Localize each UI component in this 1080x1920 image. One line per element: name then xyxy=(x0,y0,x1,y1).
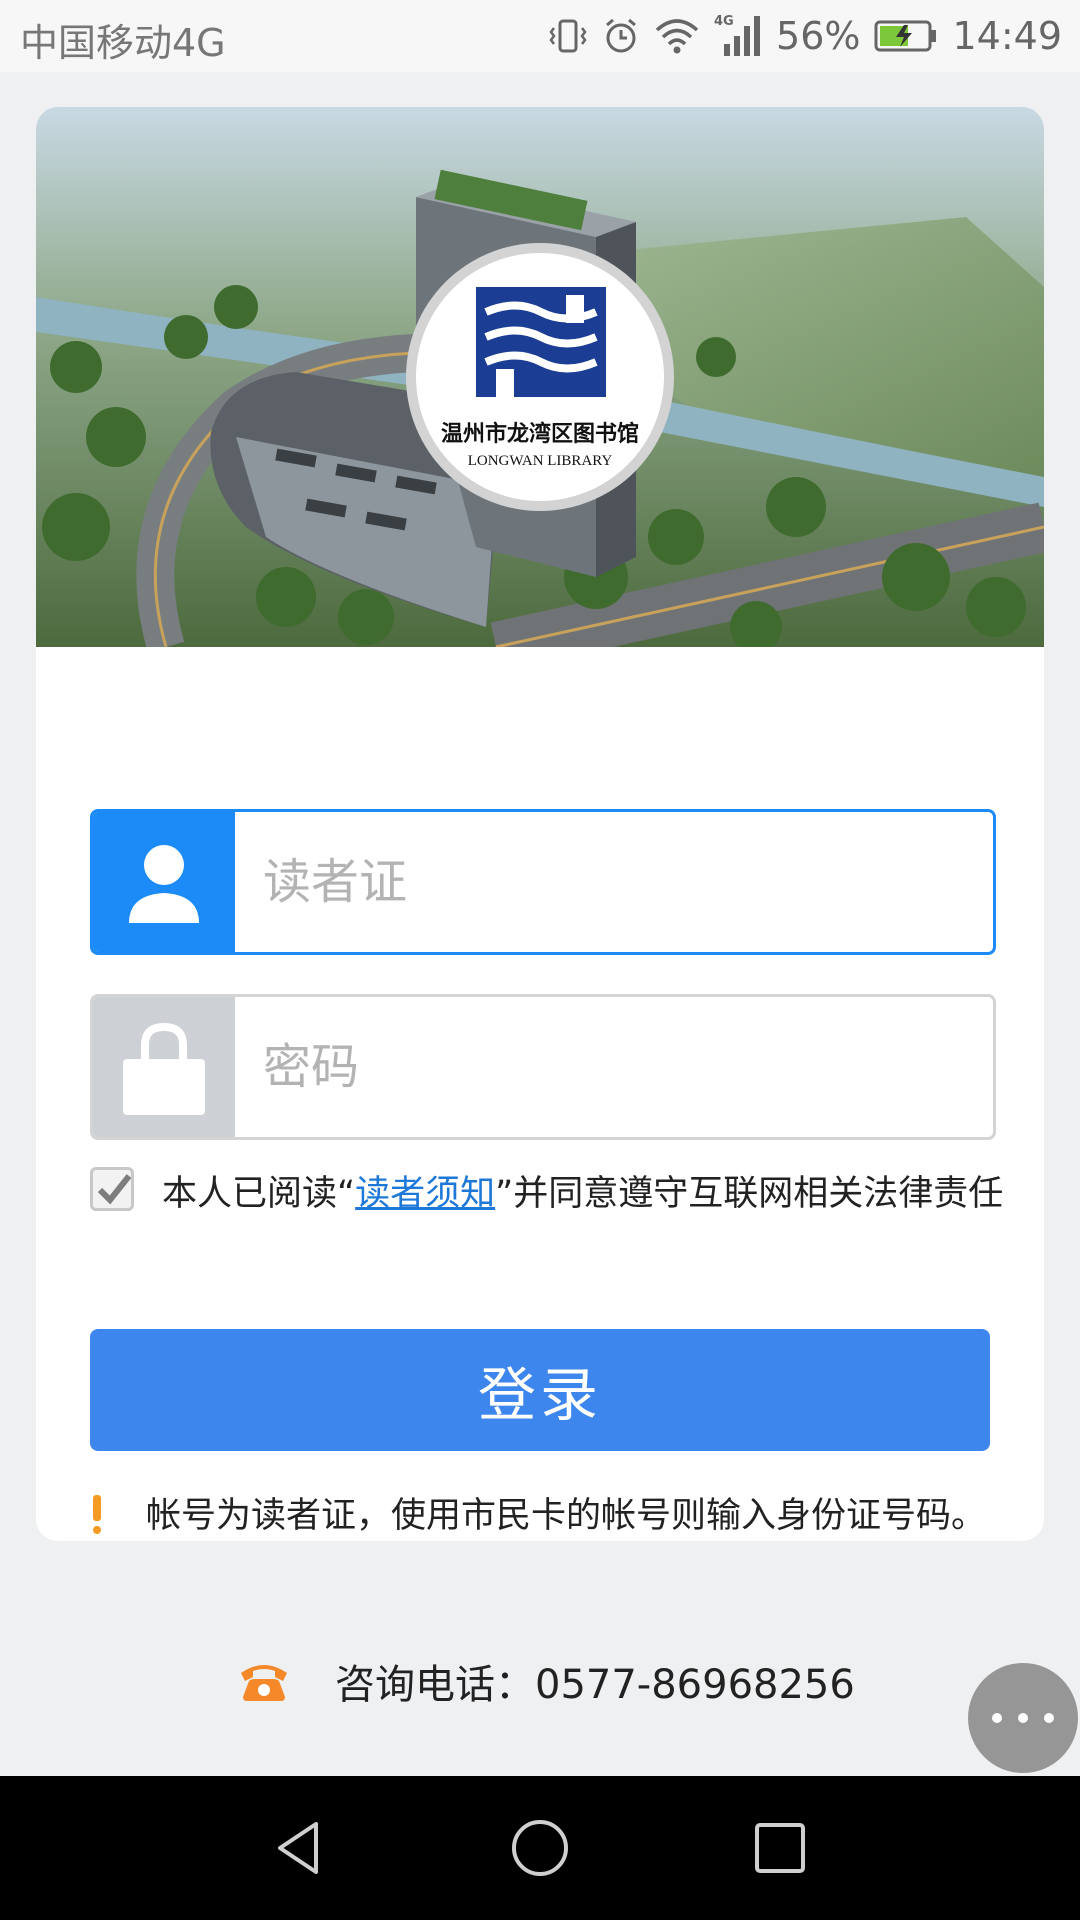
checkmark-icon xyxy=(97,1174,132,1205)
login-card: 温州市龙湾区图书馆 LONGWAN LIBRARY 读者证 本人已阅读“读者须知… xyxy=(36,107,1044,1541)
library-name-cn: 温州市龙湾区图书馆 xyxy=(441,421,639,447)
telephone-icon[interactable] xyxy=(237,1659,291,1703)
status-bar: 中国移动4G 4G 56% 14:49 xyxy=(0,0,1080,72)
home-icon[interactable] xyxy=(510,1818,570,1878)
network-type-label: 4G xyxy=(714,14,734,29)
navigation-bar xyxy=(0,1776,1080,1920)
signal-icon: 4G xyxy=(714,14,761,56)
reader-card-input[interactable] xyxy=(235,812,993,952)
more-options-button[interactable] xyxy=(968,1663,1078,1773)
wifi-icon xyxy=(655,19,699,54)
account-notice: 帐号为读者证，使用市民卡的帐号则输入身份证号码。如没有读者证请移步到图书馆二楼服… xyxy=(90,1489,990,1541)
agreement-row: 本人已阅读“读者须知”并同意遵守互联网相关法律责任 xyxy=(90,1167,1020,1221)
vibrate-icon xyxy=(549,19,587,53)
recent-apps-icon[interactable] xyxy=(750,1818,810,1878)
carrier-name: 中国移动4G xyxy=(20,21,226,65)
user-icon xyxy=(93,812,235,952)
clock: 14:49 xyxy=(952,14,1062,58)
library-name-en: LONGWAN LIBRARY xyxy=(468,453,613,469)
library-banner-image: 温州市龙湾区图书馆 LONGWAN LIBRARY xyxy=(36,107,1044,647)
reader-card-field[interactable] xyxy=(90,809,996,955)
notice-text: 帐号为读者证，使用市民卡的帐号则输入身份证号码。如没有读者证请移步到图书馆二楼服… xyxy=(146,1496,987,1536)
back-icon[interactable] xyxy=(270,1818,330,1878)
alarm-icon xyxy=(606,18,636,53)
battery-percent: 56% xyxy=(776,14,861,58)
reader-notice-link[interactable]: 读者须知 xyxy=(355,1174,495,1214)
exclamation-icon xyxy=(90,1495,104,1534)
status-icons: 4G 56% 14:49 xyxy=(548,10,1062,62)
lock-icon xyxy=(93,997,235,1137)
password-field[interactable] xyxy=(90,994,996,1140)
library-logo-icon xyxy=(476,287,606,397)
hotline: 咨询电话：0577-86968256 xyxy=(237,1650,855,1712)
battery-charging-icon xyxy=(874,20,937,52)
agree-text-suffix: ”并同意遵守互联网相关法律责任 xyxy=(495,1174,1004,1214)
password-input[interactable] xyxy=(235,997,993,1137)
agree-text-prefix: 本人已阅读“ xyxy=(162,1174,356,1214)
agree-checkbox[interactable] xyxy=(90,1167,134,1211)
more-dots-icon xyxy=(992,1713,1002,1723)
login-button[interactable]: 登录 xyxy=(90,1329,990,1451)
hotline-text[interactable]: 咨询电话：0577-86968256 xyxy=(335,1652,855,1710)
